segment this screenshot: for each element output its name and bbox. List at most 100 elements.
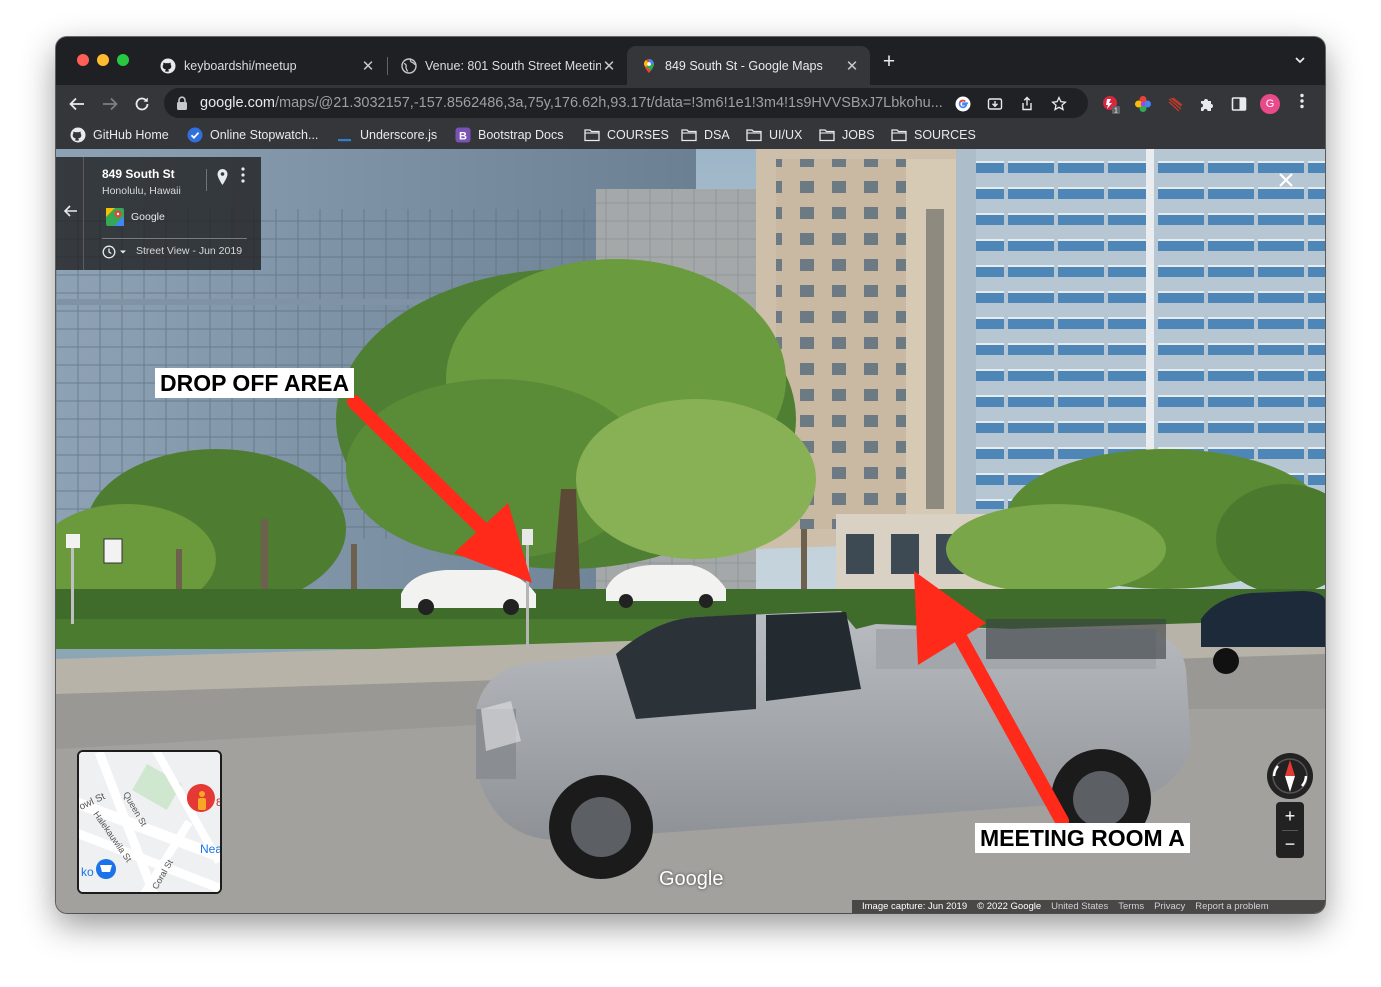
drop-off-area-label: DROP OFF AREA [155,368,355,398]
github-icon [160,58,176,74]
profile-avatar[interactable]: G [1260,94,1280,114]
region-link[interactable]: United States [1051,900,1108,913]
bookmark-bootstrap-docs[interactable]: B Bootstrap Docs [455,126,563,144]
bookmark-label: DSA [704,128,730,142]
install-app-icon[interactable] [986,95,1004,113]
bookmark-folder-dsa[interactable]: DSA [681,126,730,144]
close-icon[interactable]: ✕ [360,57,376,75]
address-bar[interactable]: google.com/maps/@21.3032157,-157.8562486… [164,88,1088,118]
bookmark-star-icon[interactable] [1050,95,1068,113]
browser-window: keyboardshi/meetup ✕ Venue: 801 South St… [56,37,1325,913]
google-maps-icon [106,208,124,231]
url-host: google.com [200,95,275,111]
image-capture-date: Image capture: Jun 2019 [862,901,968,912]
extension-badge: 1 [1114,108,1118,115]
google-lens-icon[interactable] [954,95,972,113]
tab-title: keyboardshi/meetup [184,58,297,73]
location-city: Honolulu, Hawaii [102,185,181,197]
back-button[interactable] [66,93,88,115]
close-icon[interactable]: ✕ [844,57,860,75]
reload-button[interactable] [131,93,153,115]
map-pin-icon[interactable] [216,168,229,191]
bookmark-folder-jobs[interactable]: JOBS [819,126,875,144]
terms-link[interactable]: Terms [1118,900,1144,913]
folder-icon [891,127,907,143]
reload-icon [135,97,149,111]
zoom-out-button[interactable]: − [1276,830,1304,858]
bookmark-label: COURSES [607,128,669,142]
zoom-in-button[interactable]: + [1276,802,1304,830]
bookmark-folder-sources[interactable]: SOURCES [891,126,976,144]
svg-text:B: B [459,130,467,142]
extensions-puzzle-icon[interactable] [1197,94,1217,114]
location-info-card: 849 South St Honolulu, Hawaii Google Str… [56,157,261,270]
google-watermark: Google [659,868,724,890]
card-divider [206,169,207,191]
bookmark-github-home[interactable]: GitHub Home [70,126,169,144]
back-arrow-icon[interactable] [63,204,78,222]
bootstrap-icon: B [455,127,471,143]
url-text: google.com/maps/@21.3032157,-157.8562486… [200,95,960,111]
minimize-window-button[interactable] [97,54,109,66]
close-window-button[interactable] [77,54,89,66]
tab-github-meetup[interactable]: keyboardshi/meetup ✕ [146,46,386,85]
bookmark-underscore[interactable]: Underscore.js [337,126,437,144]
globe-icon [401,57,417,74]
bookmark-label: Online Stopwatch... [210,128,319,142]
bookmark-label: Underscore.js [360,128,438,142]
bookmark-label: UI/UX [769,128,803,142]
pattern-extension-icon[interactable] [1165,94,1185,114]
history-clock-icon[interactable] [102,245,130,264]
location-address: 849 South St [102,167,175,181]
tab-venue[interactable]: Venue: 801 South Street Meeting ✕ [387,46,627,85]
color-picker-extension-icon[interactable] [1133,94,1153,114]
new-tab-button[interactable]: + [878,51,900,73]
side-panel-icon[interactable] [1229,94,1249,114]
mini-map[interactable]: owl St Queen St Halekauwila St Coral St … [77,750,222,894]
bookmark-label: Bootstrap Docs [478,128,564,142]
folder-icon [584,127,600,143]
street-view-date: Street View - Jun 2019 [136,245,243,257]
share-icon[interactable] [1018,95,1036,113]
place-label-partial: Nea [200,842,220,856]
folder-icon [681,127,697,143]
forward-button[interactable] [99,93,121,115]
copyright: © 2022 Google [977,901,1042,912]
extension-red-icon[interactable]: 1 [1101,94,1121,114]
card-divider [102,238,247,239]
more-options-icon[interactable] [239,167,247,183]
map-footer: Image capture: Jun 2019 © 2022 Google Un… [852,900,1325,913]
url-path: /maps/@21.3032157,-157.8562486,3a,75y,17… [274,95,943,111]
svg-text:8: 8 [216,797,220,809]
back-arrow-icon [69,97,84,111]
forward-arrow-icon [103,97,118,111]
street-view-panorama[interactable]: 849 South St Honolulu, Hawaii Google Str… [56,149,1325,913]
tab-google-maps[interactable]: 849 South St - Google Maps ✕ [627,46,870,85]
bookmarks-bar: GitHub Home Online Stopwatch... Undersco… [56,122,1325,150]
tab-title: 849 South St - Google Maps [665,58,823,73]
github-icon [70,127,86,143]
compass-icon[interactable] [1266,752,1314,805]
report-problem-link[interactable]: Report a problem [1195,900,1268,913]
bookmark-folder-uiux[interactable]: UI/UX [746,126,802,144]
close-icon[interactable]: ✕ [601,57,617,75]
zoom-control: + − [1276,802,1304,858]
close-street-view-icon[interactable] [1278,169,1294,193]
folder-icon [819,127,835,143]
imagery-source: Google [131,211,165,223]
bookmark-label: JOBS [842,128,875,142]
underscore-icon [337,127,353,143]
stopwatch-icon [187,127,203,143]
folder-icon [746,127,762,143]
bookmark-online-stopwatch[interactable]: Online Stopwatch... [187,126,318,144]
bookmark-label: SOURCES [914,128,976,142]
bookmark-label: GitHub Home [93,128,169,142]
bookmark-folder-courses[interactable]: COURSES [584,126,669,144]
lock-icon[interactable] [176,96,190,110]
browser-menu-icon[interactable] [1294,93,1310,115]
tab-search-chevron-icon[interactable] [1289,51,1311,73]
google-maps-icon [641,58,657,74]
privacy-link[interactable]: Privacy [1154,900,1185,913]
meeting-room-label: MEETING ROOM A [975,823,1190,853]
fullscreen-window-button[interactable] [117,54,129,66]
